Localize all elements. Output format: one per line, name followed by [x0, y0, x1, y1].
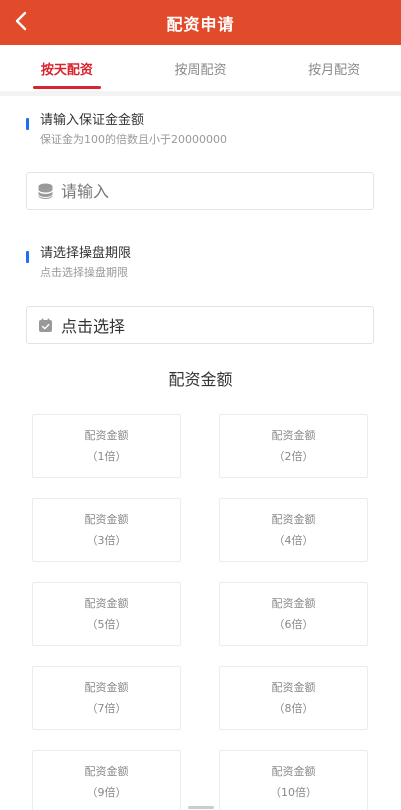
amount-card-6x[interactable]: 配资金额 （6倍） — [219, 582, 368, 646]
back-button[interactable] — [6, 6, 36, 36]
page-title: 配资申请 — [166, 14, 235, 34]
card-label: 配资金额 — [84, 764, 129, 778]
section-marker — [26, 118, 29, 130]
amount-grid-title: 配资金额 — [168, 370, 233, 389]
card-label: 配资金额 — [271, 596, 316, 610]
amount-card-5x[interactable]: 配资金额 （5倍） — [32, 582, 181, 646]
amount-card-3x[interactable]: 配资金额 （3倍） — [32, 498, 181, 562]
card-multiple: （4倍） — [273, 533, 314, 547]
period-select-text: 点击选择 — [61, 317, 126, 336]
card-multiple: （3倍） — [86, 533, 127, 547]
chevron-left-icon — [15, 11, 27, 31]
card-multiple: （2倍） — [273, 449, 314, 463]
period-section-header: 请选择操盘期限 点击选择操盘期限 — [26, 245, 131, 281]
tab-bar: 按天配资 按周配资 按月配资 — [0, 45, 401, 91]
amount-card-9x[interactable]: 配资金额 （9倍） — [32, 750, 181, 810]
card-label: 配资金额 — [84, 428, 129, 442]
card-multiple: （6倍） — [273, 617, 314, 631]
tab-divider — [0, 91, 401, 96]
card-multiple: （8倍） — [273, 701, 314, 715]
card-label: 配资金额 — [271, 764, 316, 778]
card-label: 配资金额 — [84, 512, 129, 526]
card-multiple: （1倍） — [86, 449, 127, 463]
card-label: 配资金额 — [271, 428, 316, 442]
margin-amount-field[interactable] — [26, 172, 374, 210]
amount-card-2x[interactable]: 配资金额 （2倍） — [219, 414, 368, 478]
calendar-icon — [37, 317, 53, 333]
tab-monthly[interactable]: 按月配资 — [267, 45, 401, 91]
amount-card-1x[interactable]: 配资金额 （1倍） — [32, 414, 181, 478]
period-select[interactable]: 点击选择 — [26, 306, 374, 344]
margin-section-header: 请输入保证金金额 保证金为100的倍数且小于20000000 — [26, 112, 227, 148]
card-multiple: （9倍） — [86, 785, 127, 799]
amount-card-8x[interactable]: 配资金额 （8倍） — [219, 666, 368, 730]
card-label: 配资金额 — [271, 512, 316, 526]
card-multiple: （7倍） — [86, 701, 127, 715]
app-header: 配资申请 — [0, 0, 401, 45]
coin-stack-icon — [37, 183, 53, 199]
section-marker — [26, 251, 29, 263]
tab-daily[interactable]: 按天配资 — [0, 45, 134, 91]
amount-card-7x[interactable]: 配资金额 （7倍） — [32, 666, 181, 730]
scroll-handle — [188, 806, 214, 809]
card-multiple: （5倍） — [86, 617, 127, 631]
card-label: 配资金额 — [84, 680, 129, 694]
card-label: 配资金额 — [271, 680, 316, 694]
card-label: 配资金额 — [84, 596, 129, 610]
margin-amount-input[interactable] — [61, 181, 341, 201]
amount-card-10x[interactable]: 配资金额 （10倍） — [219, 750, 368, 810]
tab-weekly[interactable]: 按周配资 — [134, 45, 268, 91]
margin-section-title: 请输入保证金金额 — [40, 113, 145, 128]
amount-card-4x[interactable]: 配资金额 （4倍） — [219, 498, 368, 562]
card-multiple: （10倍） — [270, 785, 317, 799]
margin-section-subtitle: 保证金为100的倍数且小于20000000 — [40, 133, 227, 146]
period-section-subtitle: 点击选择操盘期限 — [40, 266, 128, 279]
period-section-title: 请选择操盘期限 — [40, 246, 132, 261]
